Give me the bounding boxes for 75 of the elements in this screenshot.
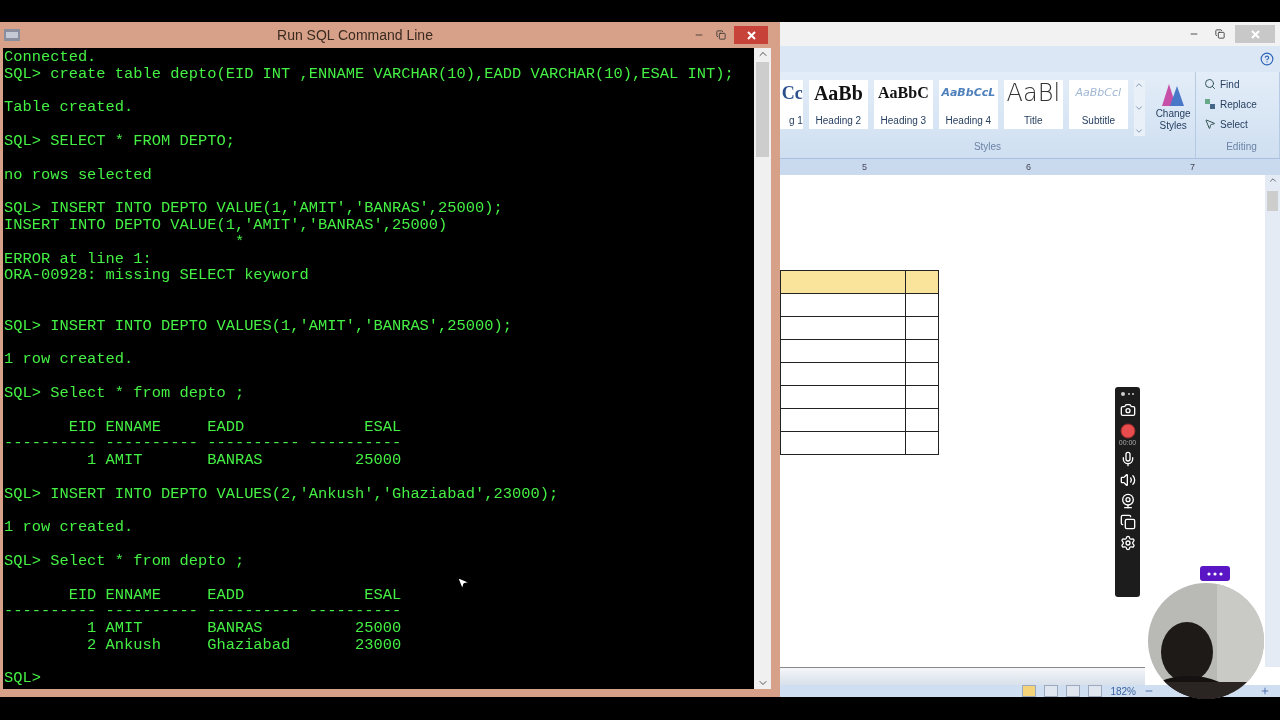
windows-icon[interactable]	[1119, 514, 1136, 530]
app-icon	[4, 29, 20, 41]
more-icon	[1133, 126, 1144, 136]
zoom-level: 182%	[1110, 685, 1136, 697]
camera-icon[interactable]	[1119, 402, 1136, 418]
more-button[interactable]	[1200, 566, 1230, 581]
style-preview: AaBb	[813, 82, 863, 104]
console-output: SQL> INSERT INTO DEPTO VALUE(1,'AMIT','BANRAS',25000); INSERT INTO DEPTO VALUE(1,'AMIT','BANRAS',25000) * ERROR at line 1: ORA-00928: missing SELECT keyword	[4, 200, 504, 285]
console-output: Table created.	[4, 99, 135, 117]
restore-icon	[1215, 29, 1225, 39]
console-output: Connected. SQL> create table depto(EID INT ,ENNAME VARCHAR(10),EADD VARCHAR(10),ESAL INT);	[4, 49, 735, 83]
group-label: Editing	[1226, 140, 1257, 154]
console-output: EID ENNAME EADD ESAL ---------- ---------- ---------- ---------- 1 AMIT BANRAS 25000 2 Ankush Ghaziabad 23000	[4, 586, 403, 654]
webcam-icon[interactable]	[1119, 493, 1136, 509]
speaker-icon[interactable]	[1119, 472, 1136, 488]
style-preview: Cc	[781, 82, 803, 104]
editing-button[interactable]: Find	[1204, 74, 1240, 94]
view-button[interactable]	[1088, 685, 1103, 697]
ruler-number: 6	[1026, 162, 1031, 172]
scrollbar[interactable]	[754, 48, 771, 689]
pointer-icon	[1204, 118, 1216, 130]
restore-icon	[716, 30, 726, 40]
settings-icon[interactable]	[1119, 535, 1136, 551]
editing-button[interactable]: Replace	[1204, 94, 1257, 114]
dots-icon[interactable]	[1119, 391, 1136, 397]
scroll-thumb[interactable]	[1267, 191, 1278, 211]
style-name: Title	[1024, 115, 1043, 126]
style-gallery-item[interactable]: AaBbC Heading 3	[873, 80, 933, 129]
record-icon[interactable]	[1119, 423, 1136, 439]
close-button[interactable]	[734, 26, 768, 44]
editing-button[interactable]: Select	[1204, 114, 1248, 134]
scroll-thumb[interactable]	[756, 62, 769, 157]
window-title: Run SQL Command Line	[276, 27, 434, 43]
console-output: EID ENNAME EADD ESAL ---------- ---------- ---------- ---------- 1 AMIT BANRAS 25000	[4, 418, 403, 469]
style-gallery-item[interactable]: AaBb Heading 2	[808, 80, 868, 129]
style-name: Heading 4	[945, 115, 992, 126]
style-preview: AaBbCcL	[941, 85, 996, 101]
ruler-number: 7	[1190, 162, 1195, 172]
style-preview: AaBl	[1006, 82, 1061, 104]
style-gallery-item[interactable]: AaBl Title	[1003, 80, 1063, 129]
style-preview: AaBbC	[878, 83, 929, 103]
view-button[interactable]	[1022, 685, 1037, 697]
more-icon	[1207, 571, 1223, 576]
style-gallery-item[interactable]: Cc g 1	[780, 80, 803, 129]
console-output: no rows selected	[4, 166, 153, 184]
down-icon	[1133, 103, 1144, 113]
console-output: SQL>	[4, 670, 42, 688]
console-output: SQL> INSERT INTO DEPTO VALUES(1,'AMIT','BANRAS',25000);	[4, 315, 513, 335]
view-button[interactable]	[1066, 685, 1081, 697]
style-gallery-item[interactable]: AaBbCcl Subtitle	[1068, 80, 1128, 129]
up-icon	[1133, 80, 1144, 90]
style-name: Heading 3	[880, 115, 927, 126]
console-output: SQL> Select * from depto ;	[4, 552, 246, 570]
console-output: SQL> INSERT INTO DEPTO VALUES(2,'Ankush','Ghaziabad',23000);	[4, 485, 560, 503]
console-output: SQL> Select * from depto ;	[4, 384, 246, 402]
scroll-up-icon[interactable]	[1267, 175, 1278, 185]
group-label: Styles	[973, 140, 1002, 154]
style-name: Heading 2	[815, 115, 862, 126]
style-name: Subtitle	[1081, 115, 1115, 126]
scrollbar[interactable]	[1265, 175, 1280, 667]
console-output: SQL> SELECT * FROM DEPTO;	[4, 133, 236, 150]
gallery-scroll[interactable]	[1133, 80, 1146, 136]
scrollbar[interactable]	[780, 667, 1145, 685]
ruler-number: 5	[862, 162, 867, 172]
style-name: g 1	[788, 115, 803, 126]
console-output: 1 row created.	[4, 519, 135, 537]
change-styles-button[interactable]: Change Styles	[1151, 80, 1196, 132]
style-preview: AaBbCcl	[1075, 85, 1122, 101]
help-icon[interactable]	[1260, 52, 1274, 66]
zoom-in-icon[interactable]	[1260, 686, 1270, 696]
style-gallery-item[interactable]: AaBbCcL Heading 4	[938, 80, 998, 129]
close-icon	[746, 30, 756, 40]
view-button[interactable]	[1044, 685, 1059, 697]
close-icon	[1250, 29, 1260, 39]
console-output: 1 row created.	[4, 351, 135, 369]
